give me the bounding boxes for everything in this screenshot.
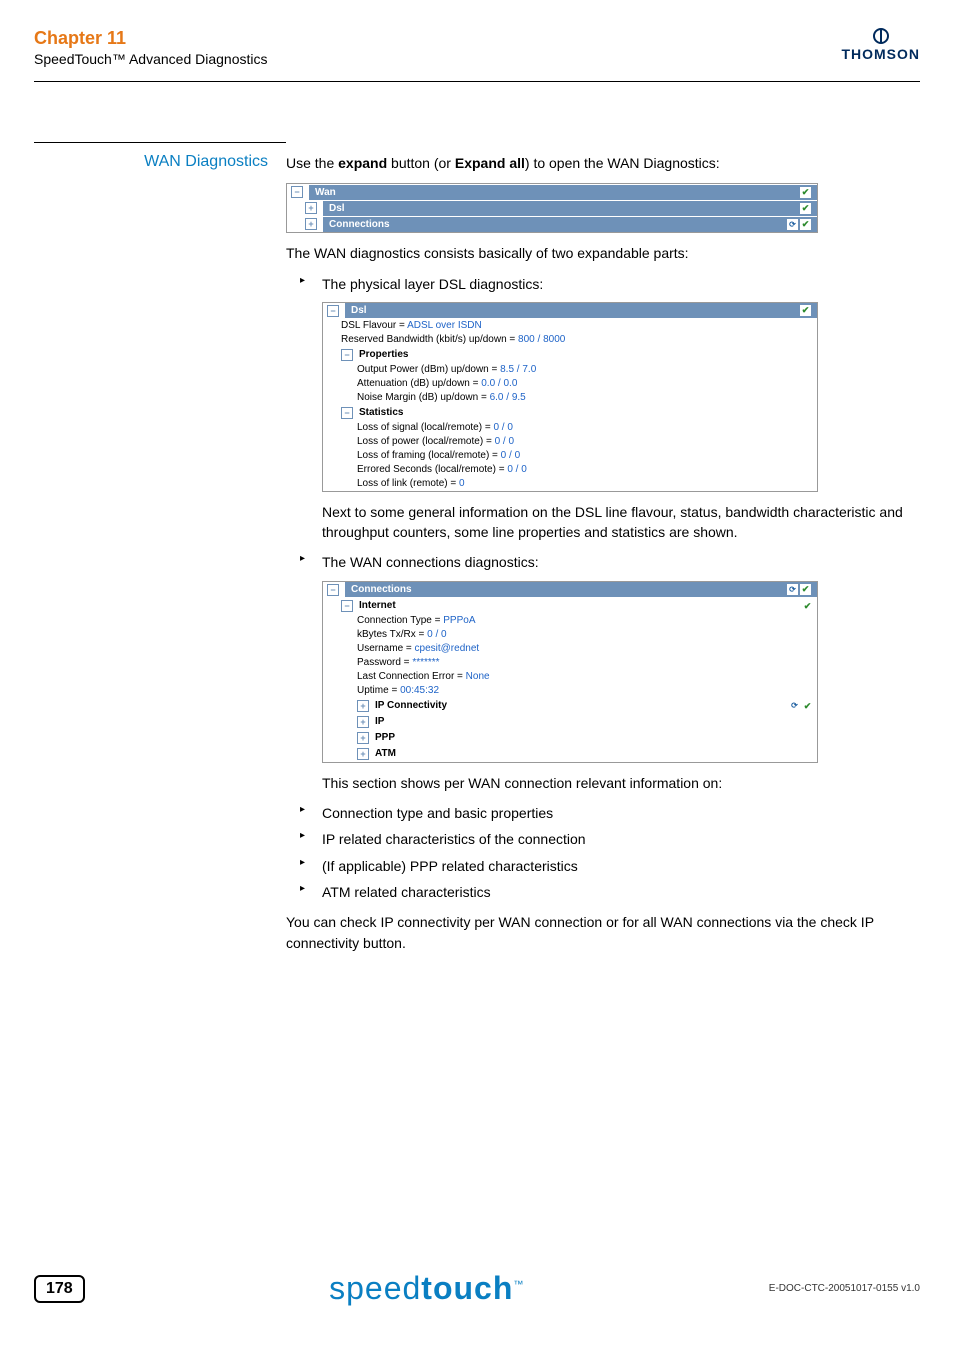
status-action-icon: ⟳✔ xyxy=(787,219,811,230)
wan-tree-screenshot: − Wan ✔ + Dsl ✔ + xyxy=(286,183,818,233)
status-action-icon: ⟳✔ xyxy=(789,700,813,711)
closing-paragraph: You can check IP connectivity per WAN co… xyxy=(286,912,920,953)
globe-icon xyxy=(873,28,889,44)
chapter-title: Chapter 11 xyxy=(34,28,267,49)
dsl-node-bar[interactable]: Dsl ✔ xyxy=(323,201,817,216)
properties-node[interactable]: Properties xyxy=(359,347,408,363)
dsl-tree-screenshot: − Dsl ✔ DSL Flavour = ADSL over ISDN Res… xyxy=(322,302,818,492)
collapse-icon[interactable]: − xyxy=(327,305,339,317)
page: Chapter 11 SpeedTouch™ Advanced Diagnost… xyxy=(0,0,954,1351)
loss-framing-line: Loss of framing (local/remote) = 0 / 0 xyxy=(323,449,817,463)
expand-icon[interactable]: + xyxy=(305,218,317,230)
password-line: Password = ******* xyxy=(323,656,817,670)
last-error-line: Last Connection Error = None xyxy=(323,670,817,684)
status-ok-icon: ✔ xyxy=(800,305,811,316)
sub-bullet-ip-characteristics: IP related characteristics of the connec… xyxy=(286,829,920,849)
document-id: E-DOC-CTC-20051017-0155 v1.0 xyxy=(769,1283,920,1294)
atm-node[interactable]: ATM xyxy=(375,746,396,762)
page-number: 178 xyxy=(34,1275,85,1303)
kbytes-line: kBytes Tx/Rx = 0 / 0 xyxy=(323,628,817,642)
attenuation-line: Attenuation (dB) up/down = 0.0 / 0.0 xyxy=(323,377,817,391)
loss-link-line: Loss of link (remote) = 0 xyxy=(323,477,817,491)
collapse-icon[interactable]: − xyxy=(341,407,353,419)
expand-icon[interactable]: + xyxy=(357,700,369,712)
collapse-icon[interactable]: − xyxy=(341,600,353,612)
brand-logo: THOMSON xyxy=(841,28,920,62)
speedtouch-logo: speedtouch™ xyxy=(329,1270,524,1307)
brand-name: THOMSON xyxy=(841,46,920,62)
uptime-line: Uptime = 00:45:32 xyxy=(323,684,817,698)
sub-bullet-atm-characteristics: ATM related characteristics xyxy=(286,882,920,902)
collapse-icon[interactable]: − xyxy=(291,186,303,198)
loss-signal-line: Loss of signal (local/remote) = 0 / 0 xyxy=(323,421,817,435)
loss-power-line: Loss of power (local/remote) = 0 / 0 xyxy=(323,435,817,449)
collapse-icon[interactable]: − xyxy=(341,349,353,361)
ip-connectivity-node[interactable]: IP Connectivity xyxy=(375,698,447,714)
connection-type-line: Connection Type = PPPoA xyxy=(323,614,817,628)
status-action-icon: ⟳✔ xyxy=(787,584,811,595)
page-footer: 178 speedtouch™ E-DOC-CTC-20051017-0155 … xyxy=(34,1270,920,1307)
internet-node[interactable]: Internet xyxy=(359,598,396,614)
collapse-icon[interactable]: − xyxy=(327,584,339,596)
dsl-bandwidth-line: Reserved Bandwidth (kbit/s) up/down = 80… xyxy=(323,333,817,347)
statistics-node[interactable]: Statistics xyxy=(359,405,403,421)
wan-parts-paragraph: The WAN diagnostics consists basically o… xyxy=(286,243,920,263)
chapter-subtitle: SpeedTouch™ Advanced Diagnostics xyxy=(34,51,267,67)
status-ok-icon: ✔ xyxy=(800,187,811,198)
intro-paragraph: Use the expand button (or Expand all) to… xyxy=(286,153,920,173)
dsl-description-paragraph: Next to some general information on the … xyxy=(322,502,920,543)
noise-margin-line: Noise Margin (dB) up/down = 6.0 / 9.5 xyxy=(323,391,817,405)
expand-icon[interactable]: + xyxy=(357,748,369,760)
bullet-connections-diagnostics: The WAN connections diagnostics: − Conne… xyxy=(286,552,920,793)
wan-node-bar[interactable]: Wan ✔ xyxy=(309,185,817,200)
errored-seconds-line: Errored Seconds (local/remote) = 0 / 0 xyxy=(323,463,817,477)
connections-description-paragraph: This section shows per WAN connection re… xyxy=(322,773,920,793)
dsl-header-bar[interactable]: Dsl ✔ xyxy=(345,303,817,318)
content: WAN Diagnostics Use the expand button (o… xyxy=(34,142,920,963)
ip-node[interactable]: IP xyxy=(375,714,384,730)
section-body: Use the expand button (or Expand all) to… xyxy=(286,142,920,963)
username-line: Username = cpesit@rednet xyxy=(323,642,817,656)
page-header: Chapter 11 SpeedTouch™ Advanced Diagnost… xyxy=(34,28,920,82)
connections-header-bar[interactable]: Connections ⟳✔ xyxy=(345,582,817,597)
section-heading: WAN Diagnostics xyxy=(34,142,286,171)
sub-bullet-ppp-characteristics: (If applicable) PPP related characterist… xyxy=(286,856,920,876)
status-ok-icon: ✔ xyxy=(802,600,813,611)
connections-tree-screenshot: − Connections ⟳✔ − Internet xyxy=(322,581,818,763)
ppp-node[interactable]: PPP xyxy=(375,730,395,746)
bullet-dsl-diagnostics: The physical layer DSL diagnostics: − Ds… xyxy=(286,274,920,543)
sub-bullet-conn-type: Connection type and basic properties xyxy=(286,803,920,823)
expand-icon[interactable]: + xyxy=(357,732,369,744)
output-power-line: Output Power (dBm) up/down = 8.5 / 7.0 xyxy=(323,363,817,377)
status-ok-icon: ✔ xyxy=(800,203,811,214)
connections-node-bar[interactable]: Connections ⟳✔ xyxy=(323,217,817,232)
dsl-flavour-line: DSL Flavour = ADSL over ISDN xyxy=(323,319,817,333)
expand-icon[interactable]: + xyxy=(357,716,369,728)
expand-icon[interactable]: + xyxy=(305,202,317,214)
